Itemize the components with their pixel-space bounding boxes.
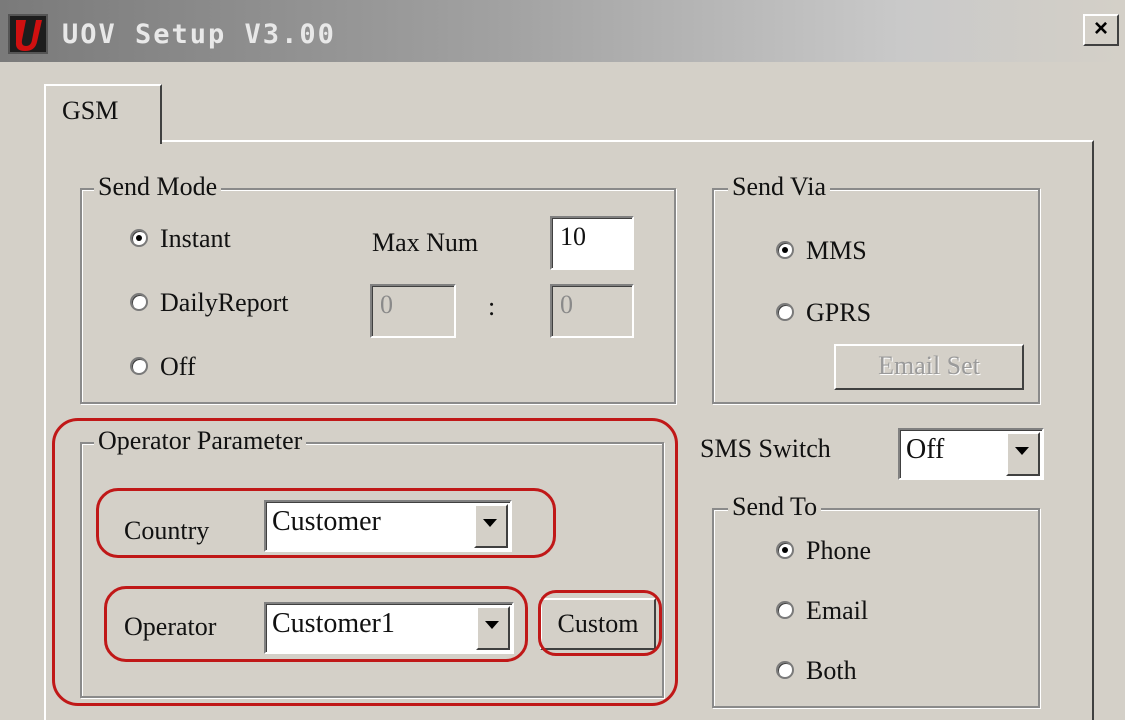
radio-phone-indicator: [776, 541, 794, 560]
radio-off[interactable]: Off: [130, 352, 196, 382]
send-via-legend: Send Via: [728, 172, 831, 202]
sms-switch-select[interactable]: Off: [898, 428, 1044, 480]
send-to-legend: Send To: [728, 492, 822, 522]
sms-switch-label: SMS Switch: [700, 434, 831, 463]
radio-off-label: Off: [160, 352, 196, 381]
daily-minute-input[interactable]: 0: [550, 284, 634, 338]
annotation-operator-group: [52, 418, 678, 706]
radio-email-label: Email: [806, 596, 869, 625]
radio-dailyreport-indicator: [130, 293, 148, 312]
email-set-button[interactable]: Email Set: [834, 344, 1024, 390]
radio-both[interactable]: Both: [776, 656, 857, 686]
chevron-down-icon[interactable]: [1006, 432, 1040, 476]
radio-gprs-indicator: [776, 303, 794, 322]
max-num-label: Max Num: [372, 228, 479, 257]
radio-mms-indicator: [776, 241, 794, 260]
annotation-operator: [104, 586, 528, 662]
max-num-input[interactable]: 10: [550, 216, 634, 270]
annotation-custom: [538, 590, 662, 656]
radio-email[interactable]: Email: [776, 596, 868, 626]
annotation-country: [96, 488, 556, 558]
send-to-group: [712, 508, 1040, 708]
radio-mms-label: MMS: [806, 236, 867, 265]
sms-switch-value: Off: [906, 434, 945, 465]
app-logo-icon: [8, 14, 48, 54]
radio-gprs[interactable]: GPRS: [776, 298, 871, 328]
radio-instant-indicator: [130, 229, 148, 248]
window-title: UOV Setup V3.00: [62, 19, 336, 50]
radio-dailyreport[interactable]: DailyReport: [130, 288, 289, 318]
radio-instant[interactable]: Instant: [130, 224, 231, 254]
radio-both-label: Both: [806, 656, 857, 685]
radio-dailyreport-label: DailyReport: [160, 288, 289, 317]
tab-gsm[interactable]: GSM: [44, 84, 162, 144]
radio-email-indicator: [776, 601, 794, 620]
daily-separator: :: [488, 292, 496, 321]
daily-hour-input[interactable]: 0: [370, 284, 456, 338]
send-mode-legend: Send Mode: [94, 172, 222, 202]
radio-both-indicator: [776, 661, 794, 680]
radio-instant-label: Instant: [160, 224, 231, 253]
radio-phone[interactable]: Phone: [776, 536, 871, 566]
radio-gprs-label: GPRS: [806, 298, 872, 327]
close-button[interactable]: ×: [1083, 14, 1119, 46]
radio-off-indicator: [130, 357, 148, 376]
radio-mms[interactable]: MMS: [776, 236, 867, 266]
radio-phone-label: Phone: [806, 536, 871, 565]
